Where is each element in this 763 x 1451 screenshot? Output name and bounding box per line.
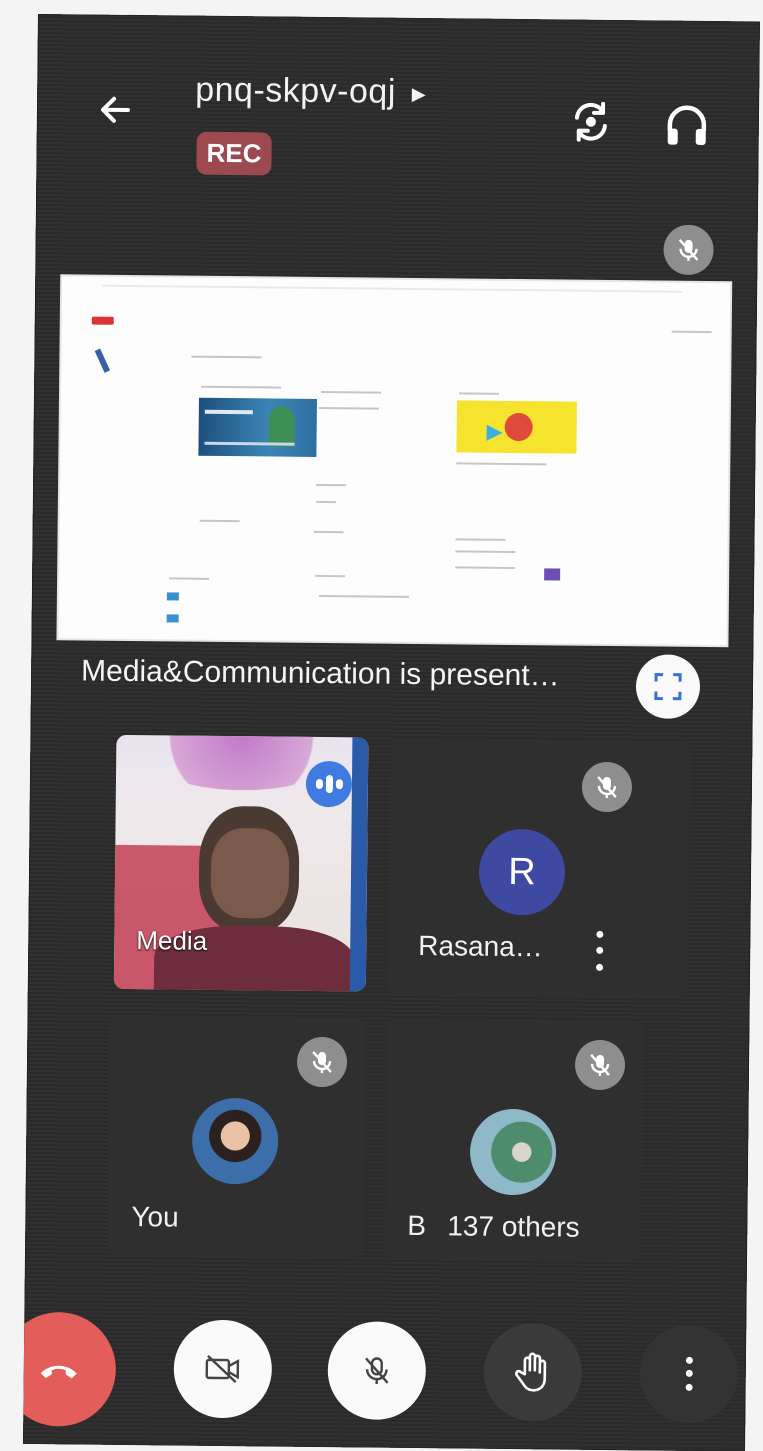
pen-icon (94, 348, 111, 373)
participant-name: You (131, 1201, 179, 1233)
participant-tile-media[interactable]: Media (113, 734, 369, 992)
mic-off-icon (365, 1357, 389, 1384)
more-options-button[interactable] (639, 1324, 739, 1424)
phone-hangup-icon (40, 1365, 77, 1379)
presentation-label: Media&Communication is present… (80, 654, 560, 693)
participant-options-button[interactable] (584, 926, 615, 976)
participant-name: Rasana… (418, 930, 543, 963)
meeting-code: pnq-skpv-oqj (195, 70, 397, 111)
others-count: 137 others (447, 1210, 580, 1243)
avatar (469, 1108, 557, 1196)
headphones-icon (667, 105, 707, 145)
mic-off-icon (312, 1051, 332, 1074)
hand-icon (515, 1352, 547, 1392)
chart-icon (544, 568, 561, 581)
back-button[interactable] (92, 87, 138, 133)
app-icon (166, 592, 179, 601)
mic-off-icon (678, 238, 699, 261)
avatar: R (478, 828, 566, 916)
shared-screen[interactable] (58, 276, 731, 646)
youtube-logo-icon (91, 316, 114, 325)
fullscreen-icon (654, 672, 682, 701)
video-background (349, 737, 369, 992)
switch-camera-icon (574, 101, 607, 142)
mic-off-icon (597, 776, 617, 799)
camera-toggle-button[interactable] (173, 1319, 273, 1419)
mic-off-icon (590, 1054, 610, 1076)
presenter-muted-badge (663, 224, 714, 276)
avatar (191, 1097, 279, 1185)
participant-muted-badge (574, 1039, 626, 1091)
participant-muted-badge (296, 1036, 348, 1088)
end-call-button[interactable] (23, 1311, 117, 1427)
mic-toggle-button[interactable] (327, 1321, 427, 1421)
fullscreen-button[interactable] (635, 654, 701, 719)
meet-call-screen: pnq-skpv-oqj ▶ REC Media&Communication i… (23, 14, 760, 1451)
caret-right-icon: ▶ (411, 83, 427, 104)
participant-muted-badge (581, 761, 633, 813)
recording-badge: REC (196, 131, 272, 176)
participant-name: Media (136, 925, 208, 956)
video-off-icon (205, 1354, 240, 1384)
app-icon (166, 614, 179, 623)
video-background (155, 735, 327, 792)
participant-name: B (407, 1209, 427, 1242)
arrow-left-icon (101, 96, 131, 123)
meeting-title[interactable]: pnq-skpv-oqj ▶ (195, 71, 426, 112)
speaking-indicator (305, 760, 353, 808)
switch-camera-button[interactable] (565, 96, 618, 149)
more-vert-icon (683, 1354, 695, 1394)
audio-output-button[interactable] (661, 99, 714, 152)
video-thumbnail[interactable] (456, 400, 577, 454)
video-thumbnail[interactable] (198, 397, 317, 457)
participant-face (210, 827, 290, 919)
raise-hand-button[interactable] (483, 1322, 583, 1422)
